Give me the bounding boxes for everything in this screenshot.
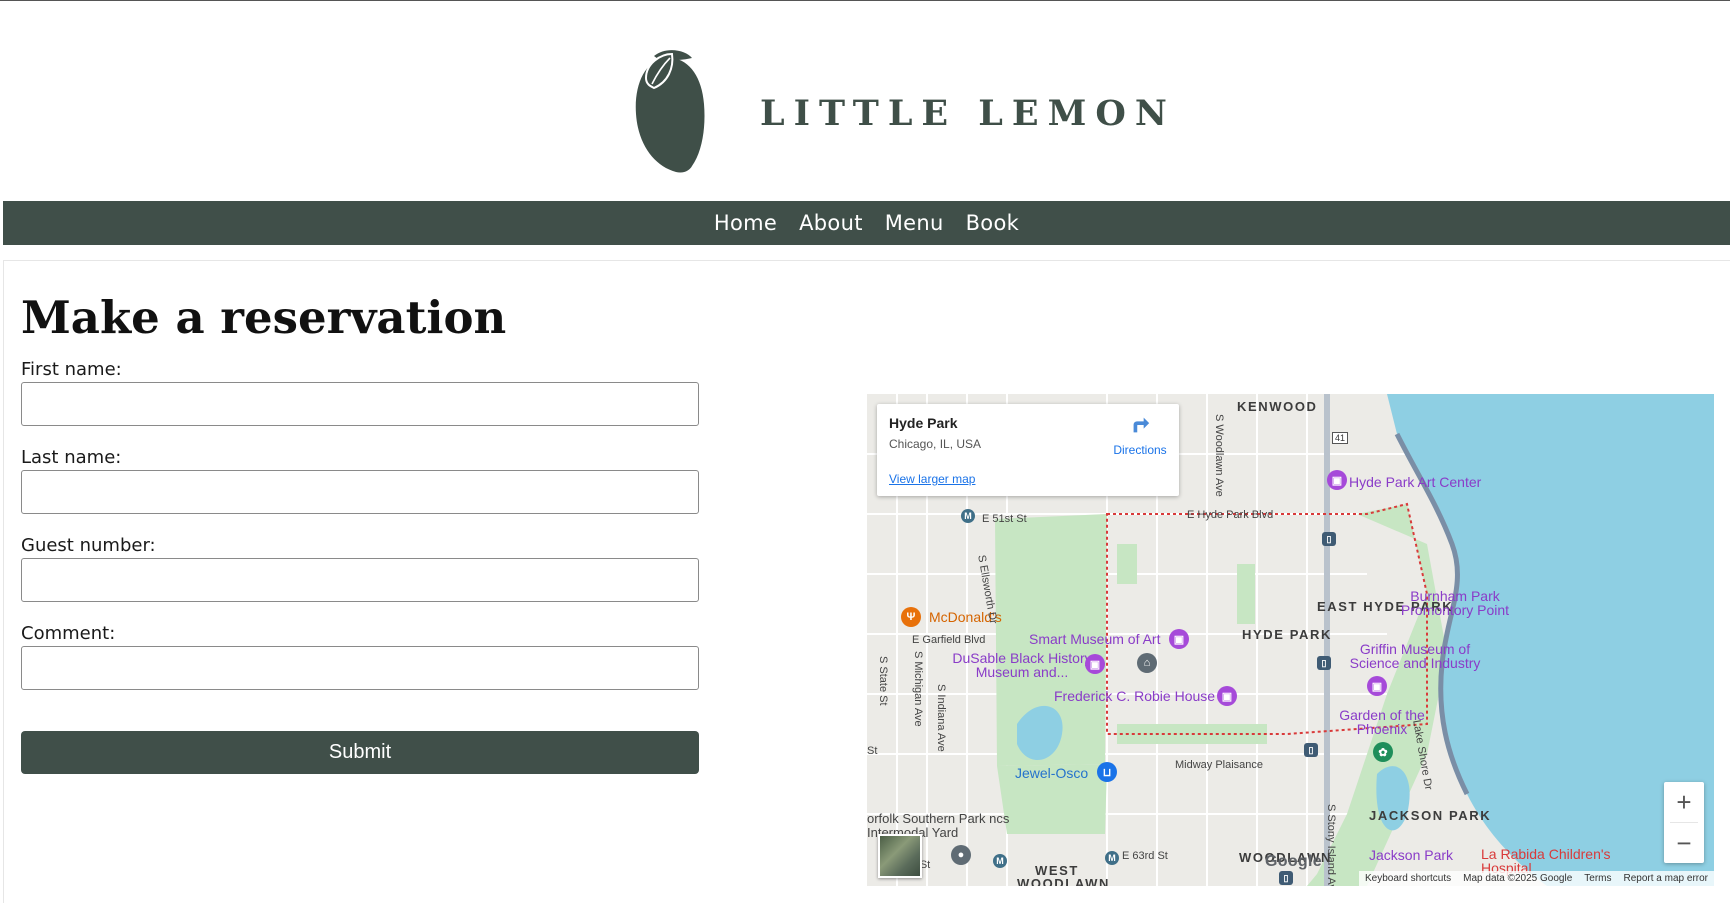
directions-icon xyxy=(1133,417,1150,433)
label-jackson-park[interactable]: Jackson Park xyxy=(1369,847,1453,863)
transit-icon[interactable]: ▯ xyxy=(1279,871,1293,885)
transit-icon[interactable]: ▯ xyxy=(1322,532,1336,546)
terms-link[interactable]: Terms xyxy=(1584,873,1611,884)
last-name-input[interactable] xyxy=(21,470,699,514)
label-e-hyde-park-blvd: E Hyde Park Blvd xyxy=(1187,509,1274,521)
label-midway: Midway Plaisance xyxy=(1175,759,1264,771)
label-s-state: S State St xyxy=(877,656,889,706)
view-larger-map-link[interactable]: View larger map xyxy=(889,472,975,486)
report-error-link[interactable]: Report a map error xyxy=(1624,873,1708,884)
restaurant-icon[interactable]: Ψ xyxy=(901,607,921,627)
place-address: Chicago, IL, USA xyxy=(889,437,982,451)
guest-number-input[interactable] xyxy=(21,558,699,602)
guest-number-label: Guest number: xyxy=(21,535,156,556)
transit-icon[interactable]: M xyxy=(1105,851,1119,865)
last-name-label: Last name: xyxy=(21,447,122,468)
label-dusable[interactable]: DuSable Black History Museum and... xyxy=(942,651,1102,679)
label-e-63rd: E 63rd St xyxy=(1122,850,1168,862)
keyboard-shortcuts-link[interactable]: Keyboard shortcuts xyxy=(1365,873,1451,884)
page-title: Make a reservation xyxy=(21,291,507,344)
zoom-controls: + − xyxy=(1664,782,1704,863)
label-st-left: St xyxy=(867,745,878,757)
label-jackson-park-area: JACKSON PARK xyxy=(1369,808,1492,823)
zoom-out-icon[interactable]: − xyxy=(1664,823,1704,863)
route-41-shield: 41 xyxy=(1332,432,1349,444)
lemon-icon xyxy=(635,50,705,173)
google-logo: Google xyxy=(1265,853,1322,870)
museum-icon[interactable]: ▣ xyxy=(1327,470,1347,490)
brand-name: LITTLE LEMON xyxy=(760,92,1176,134)
zoom-in-icon[interactable]: + xyxy=(1664,782,1704,822)
transit-icon[interactable]: M xyxy=(961,509,975,523)
label-burnham-park[interactable]: Burnham Park Promontory Point xyxy=(1395,589,1515,617)
museum-icon[interactable]: ▣ xyxy=(1217,686,1237,706)
label-s-michigan: S Michigan Ave xyxy=(912,651,924,727)
transit-icon[interactable]: M xyxy=(993,854,1007,868)
comment-input[interactable] xyxy=(21,646,699,690)
map-attribution: Keyboard shortcuts Map data ©2025 Google… xyxy=(1358,871,1714,886)
label-griffin[interactable]: Griffin Museum of Science and Industry xyxy=(1345,642,1485,670)
satellite-layer-toggle[interactable] xyxy=(878,834,922,878)
label-s-woodlawn: S Woodlawn Ave xyxy=(1213,414,1225,497)
label-e-garfield: E Garfield Blvd xyxy=(912,634,986,646)
museum-icon[interactable]: ▣ xyxy=(1085,654,1105,674)
label-west-woodlawn: WEST WOODLAWN xyxy=(1017,863,1110,886)
comment-label: Comment: xyxy=(21,623,116,644)
first-name-input[interactable] xyxy=(21,382,699,426)
transit-icon[interactable]: ▯ xyxy=(1317,656,1331,670)
shopping-icon[interactable]: ⊔ xyxy=(1097,762,1117,782)
window-top-border xyxy=(0,0,1730,1)
nav-menu[interactable]: Menu xyxy=(885,211,944,235)
museum-icon[interactable]: ▣ xyxy=(1169,629,1189,649)
place-info-card: Hyde Park Chicago, IL, USA View larger m… xyxy=(877,404,1179,496)
nav-book[interactable]: Book xyxy=(966,211,1019,235)
directions-button[interactable]: Directions xyxy=(1105,414,1175,457)
transit-icon[interactable]: ▯ xyxy=(1304,743,1318,757)
garden-icon[interactable]: ✿ xyxy=(1373,742,1393,762)
place-icon[interactable]: ● xyxy=(951,845,971,865)
place-title: Hyde Park xyxy=(889,415,958,431)
brand-logo[interactable]: LITTLE LEMON xyxy=(632,48,1176,178)
label-hyde-park-area: HYDE PARK xyxy=(1242,627,1333,642)
label-hyde-park-art-center[interactable]: Hyde Park Art Center xyxy=(1349,474,1481,490)
map-embed[interactable]: KENWOOD Hyde Park Art Center E Hyde Park… xyxy=(867,394,1714,886)
label-s-indiana: S Indiana Ave xyxy=(935,684,947,752)
nav-home[interactable]: Home xyxy=(714,211,777,235)
label-jewel-osco[interactable]: Jewel-Osco xyxy=(1015,765,1088,781)
label-kenwood: KENWOOD xyxy=(1237,399,1318,414)
label-e-51st: E 51st St xyxy=(982,513,1027,525)
label-smart-museum[interactable]: Smart Museum of Art xyxy=(1029,631,1160,647)
label-robie-house[interactable]: Frederick C. Robie House xyxy=(1054,688,1215,704)
submit-button[interactable]: Submit xyxy=(21,731,699,774)
label-s-stony: S Stony Island Ave xyxy=(1325,804,1337,886)
museum-icon[interactable]: ▣ xyxy=(1367,676,1387,696)
nav-about[interactable]: About xyxy=(799,211,863,235)
school-icon[interactable]: ⌂ xyxy=(1137,653,1157,673)
main-nav: Home About Menu Book xyxy=(3,201,1730,245)
first-name-label: First name: xyxy=(21,359,122,380)
map-data-credit: Map data ©2025 Google xyxy=(1463,873,1573,884)
directions-label: Directions xyxy=(1113,443,1167,457)
